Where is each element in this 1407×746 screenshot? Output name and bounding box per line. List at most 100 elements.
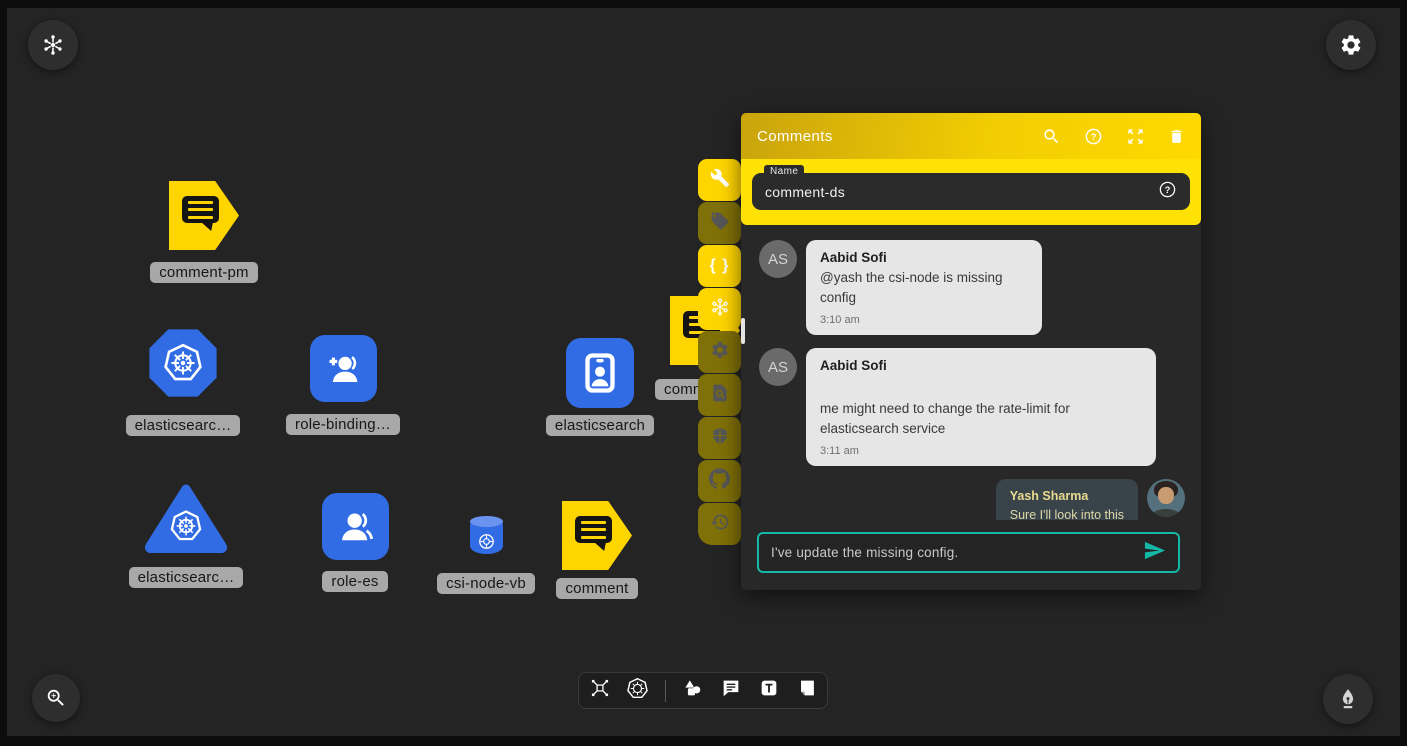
note-tool-button[interactable] — [790, 676, 824, 706]
history-tool-button[interactable] — [698, 503, 741, 545]
name-field[interactable]: Name ? — [752, 173, 1190, 210]
flower-icon — [709, 296, 731, 323]
message-bubble: Yash Sharma Sure I'll look into this 3:2… — [996, 479, 1138, 520]
flow-graph-tool-button[interactable] — [583, 676, 617, 706]
csi-node-icon — [470, 517, 503, 554]
wrench-tool-button[interactable] — [698, 159, 741, 201]
node-label: comment — [556, 578, 637, 599]
node-label: elasticsearc… — [126, 415, 241, 436]
braces-icon: { } — [710, 257, 730, 275]
node-comment-pm[interactable]: comment-pm — [134, 181, 274, 283]
shapes-toolbar — [578, 672, 828, 709]
shield-icon — [710, 426, 730, 451]
message-bubble: Aabid Sofi @yash the csi-node is missing… — [806, 240, 1042, 335]
message-row: AS Aabid Sofi me might need to change th… — [759, 348, 1185, 466]
gear-tool-button[interactable] — [698, 331, 741, 373]
app-window: comment-pm elasticsearc… — [0, 0, 1407, 746]
node-role-es[interactable]: role-es — [285, 493, 425, 592]
service-account-icon — [566, 338, 634, 408]
kubernetes-octagon-icon — [148, 328, 218, 398]
node-label: elasticsearc… — [129, 567, 244, 588]
history-icon — [710, 512, 730, 537]
message-author: Aabid Sofi — [820, 250, 1028, 265]
github-icon — [709, 468, 730, 494]
message-author: Yash Sharma — [1010, 489, 1124, 503]
user-photo-avatar — [1147, 479, 1185, 517]
node-label: role-binding… — [286, 414, 400, 435]
tag-icon — [710, 211, 730, 236]
settings-button[interactable] — [1326, 20, 1376, 70]
text-icon — [758, 677, 780, 704]
svg-text:?: ? — [1165, 184, 1171, 194]
comment-tool-button[interactable] — [714, 676, 748, 706]
pen-nib-icon — [1336, 687, 1360, 711]
comment-composer — [741, 520, 1201, 590]
kubernetes-icon — [626, 677, 649, 705]
meshery-flower-icon — [41, 33, 65, 57]
message-author: Aabid Sofi — [820, 358, 1142, 373]
message-bubble: Aabid Sofi me might need to change the r… — [806, 348, 1156, 466]
note-icon — [796, 677, 818, 704]
kubernetes-triangle-icon — [142, 483, 230, 553]
zoom-in-icon — [45, 687, 67, 709]
braces-tool-button[interactable]: { } — [698, 245, 741, 287]
name-section: Name ? — [741, 159, 1201, 225]
role-icon — [322, 493, 389, 560]
comment-node-icon — [169, 181, 239, 250]
shapes-tool-button[interactable] — [676, 676, 710, 706]
node-label: role-es — [322, 571, 387, 592]
search-icon[interactable] — [1042, 127, 1061, 146]
comments-panel: Comments ? Name ? — [741, 113, 1201, 590]
tag-tool-button[interactable] — [698, 202, 741, 244]
message-text: Sure I'll look into this — [1010, 506, 1124, 520]
shapes-icon — [681, 677, 704, 705]
kubernetes-tool-button[interactable] — [621, 676, 655, 706]
doc-search-icon — [710, 383, 730, 408]
wrench-icon — [710, 168, 730, 193]
node-label: comment-pm — [150, 262, 258, 283]
avatar: AS — [759, 348, 797, 386]
flow-graph-icon — [589, 677, 611, 704]
node-elasticsearch-serviceaccount[interactable]: elasticsearch — [530, 338, 670, 436]
gear-icon — [710, 340, 730, 365]
message-time: 3:10 am — [820, 314, 1028, 326]
node-comment[interactable]: comment — [527, 501, 667, 599]
toolbar-divider — [665, 680, 666, 702]
node-label: elasticsearch — [546, 415, 654, 436]
delete-icon[interactable] — [1168, 127, 1185, 146]
message-list[interactable]: AS Aabid Sofi @yash the csi-node is miss… — [741, 225, 1201, 520]
node-elasticsearch-triangle[interactable]: elasticsearc… — [116, 483, 256, 588]
field-help-icon[interactable]: ? — [1158, 180, 1177, 204]
role-binding-icon — [310, 335, 377, 402]
node-label: csi-node-vb — [437, 573, 535, 594]
comment-input-box[interactable] — [757, 532, 1180, 573]
svg-text:?: ? — [1091, 131, 1097, 141]
doc-search-tool-button[interactable] — [698, 374, 741, 416]
shield-tool-button[interactable] — [698, 417, 741, 459]
message-row: AS Aabid Sofi @yash the csi-node is miss… — [759, 240, 1185, 335]
message-text: @yash the csi-node is missing config — [820, 268, 1028, 307]
fullscreen-icon[interactable] — [1126, 127, 1145, 146]
send-icon[interactable] — [1143, 539, 1166, 567]
github-tool-button[interactable] — [698, 460, 741, 502]
message-row: Yash Sharma Sure I'll look into this 3:2… — [759, 479, 1185, 520]
pen-tool-button[interactable] — [1323, 674, 1373, 724]
name-field-label: Name — [764, 165, 804, 178]
comment-input[interactable] — [771, 545, 1143, 560]
comment-node-icon — [562, 501, 632, 570]
flower-tool-button[interactable] — [698, 288, 741, 330]
comment-icon — [720, 677, 742, 704]
text-tool-button[interactable] — [752, 676, 786, 706]
zoom-button[interactable] — [32, 674, 80, 722]
panel-title: Comments — [757, 128, 833, 145]
scrollbar-thumb[interactable] — [741, 318, 745, 344]
gear-icon — [1339, 33, 1363, 57]
comments-panel-header[interactable]: Comments ? — [741, 113, 1201, 159]
panel-side-toolbar: { } — [698, 159, 741, 545]
node-elasticsearch-octagon[interactable]: elasticsearc… — [113, 328, 253, 436]
node-role-binding[interactable]: role-binding… — [273, 335, 413, 435]
message-time: 3:11 am — [820, 445, 1142, 457]
name-input[interactable] — [765, 184, 1158, 200]
logo-button[interactable] — [28, 20, 78, 70]
help-icon[interactable]: ? — [1084, 127, 1103, 146]
